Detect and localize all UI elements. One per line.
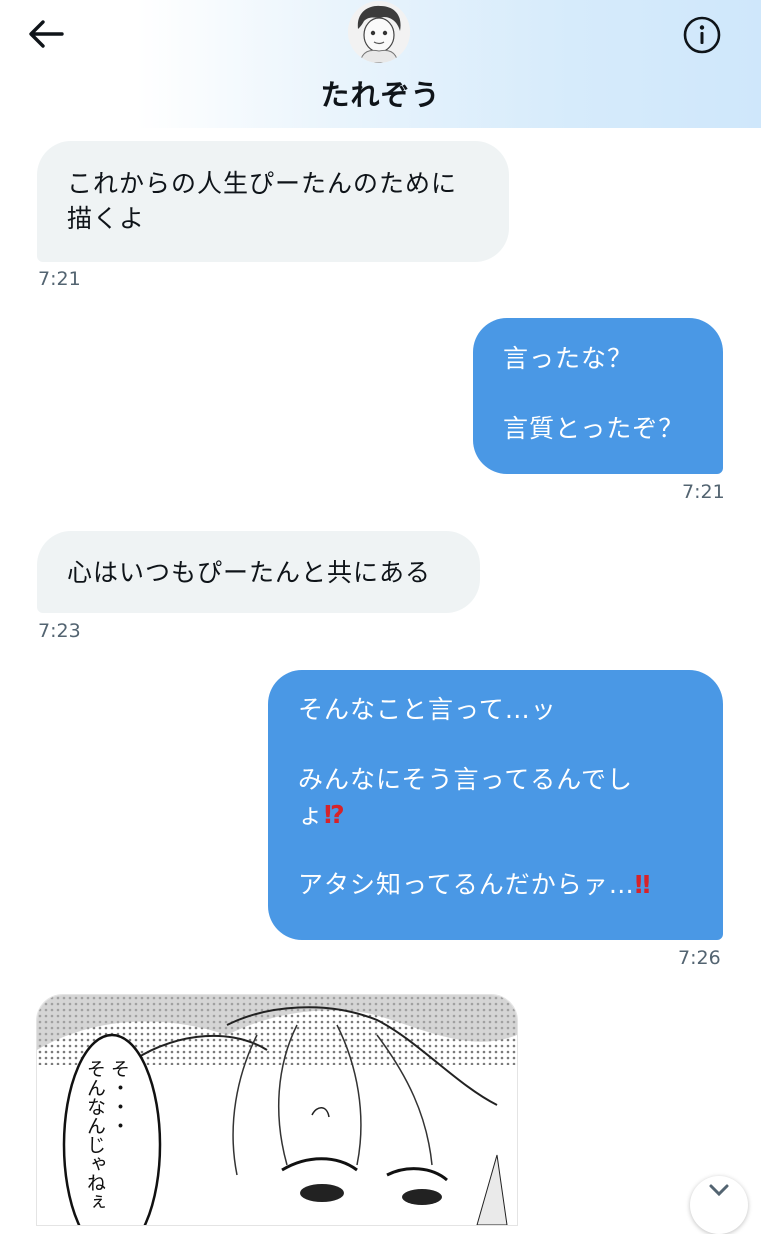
info-circle-icon [683,16,721,54]
message-timestamp: 7:23 [38,620,81,642]
double-exclamation-emoji: ‼ [634,870,651,899]
scroll-to-bottom-button[interactable] [690,1176,748,1234]
message-bubble-incoming[interactable]: これからの人生ぴーたんのために 描くよ [37,141,509,262]
message-line: そんなこと言って…ッ [298,695,557,724]
message-bubble-outgoing[interactable]: そんなこと言って…ッ みんなにそう言ってるんでし ょ⁉ アタシ知ってるんだからァ… [268,670,723,940]
manga-speech-text: そ・・・ そんなんじゃねぇ [84,1059,130,1211]
message-line: みんなにそう言ってるんでし [298,765,634,794]
message-timestamp: 7:21 [38,268,81,290]
avatar[interactable] [348,1,410,63]
exclamation-question-emoji: ⁉ [324,800,345,829]
message-media-image[interactable]: そ・・・ そんなんじゃねぇ [37,995,517,1225]
message-bubble-incoming[interactable]: 心はいつもぴーたんと共にある [37,531,480,613]
conversation-info-button[interactable] [679,12,725,58]
chevron-down-icon [709,1184,729,1197]
arrow-left-icon [29,20,64,48]
message-line: アタシ知ってるんだからァ…‼ [298,870,651,899]
message-timestamp: 7:26 [678,947,721,969]
avatar-illustration [348,1,410,63]
message-line: ょ⁉ [298,800,345,829]
message-bubble-outgoing[interactable]: 言ったな？ 言質とったぞ？ [473,318,723,474]
message-timestamp: 7:21 [682,481,725,503]
back-button[interactable] [24,14,68,54]
contact-name[interactable]: たれぞう [0,72,761,114]
